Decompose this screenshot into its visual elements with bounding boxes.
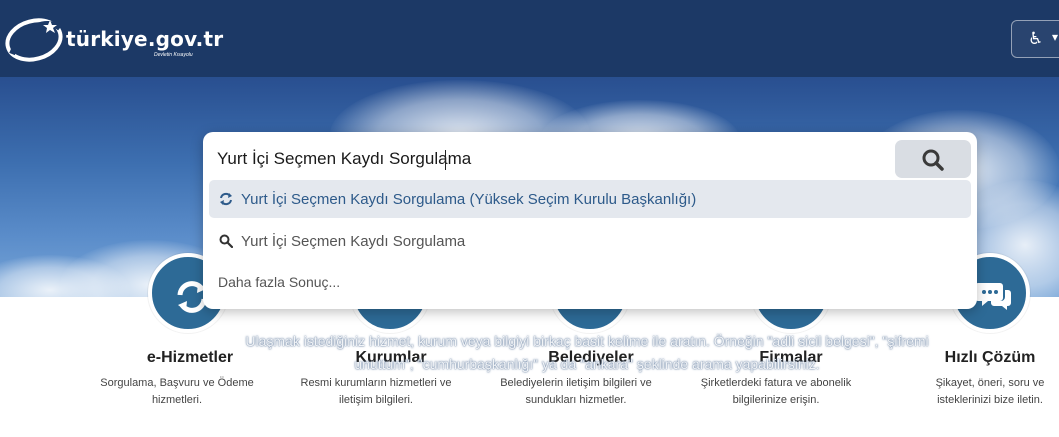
search-icon	[219, 234, 233, 248]
refresh-icon	[220, 192, 232, 206]
suggestion-label: Yurt İçi Seçmen Kaydı Sorgulama	[241, 233, 466, 250]
accessibility-menu-button[interactable]: ♿ ▾	[1011, 20, 1059, 58]
suggestion-item[interactable]: Yurt İçi Seçmen Kaydı Sorgulama (Yüksek …	[209, 180, 971, 218]
category-desc-e-hizmetler: Sorgulama, Başvuru ve Ödeme hizmetleri.	[100, 377, 254, 406]
site-logo[interactable]: türkiye.gov.tr Devletin Kısayolu	[4, 14, 223, 64]
suggestion-label: Yurt İçi Seçmen Kaydı Sorgulama (Yüksek …	[241, 191, 697, 208]
chat-bubbles-icon	[975, 283, 1011, 310]
search-hint-text: Ulaşmak istediğiniz hizmet, kurum veya b…	[245, 333, 929, 372]
search-icon	[922, 149, 944, 171]
search-input[interactable]	[217, 146, 867, 172]
logo-tagline: Devletin Kısayolu	[154, 52, 193, 58]
category-desc-belediyeler: Belediyelerin iletişim bilgileri ve sundu…	[500, 377, 652, 406]
wheelchair-icon: ♿	[1028, 29, 1044, 48]
more-results-link[interactable]: Daha fazla Sonuç...	[218, 274, 340, 290]
chevron-down-icon: ▾	[1052, 30, 1059, 44]
text-caret	[445, 150, 446, 170]
category-desc-firmalar: Şirketlerdeki fatura ve abonelik bilgiler…	[700, 377, 852, 406]
suggestion-item[interactable]: Yurt İçi Seçmen Kaydı Sorgulama	[209, 222, 971, 260]
category-desc-hizli-cozum: Şikayet, öneri, soru ve isteklerinizi biz…	[935, 377, 1045, 406]
search-panel: Yurt İçi Seçmen Kaydı Sorgulama (Yüksek …	[203, 132, 977, 309]
crescent-star-logo-icon	[5, 18, 63, 62]
category-desc-kurumlar: Resmi kurumların hizmetleri ve iletişim b…	[300, 377, 452, 406]
logo-text: türkiye.gov.tr	[66, 27, 224, 51]
search-button[interactable]	[895, 140, 971, 178]
